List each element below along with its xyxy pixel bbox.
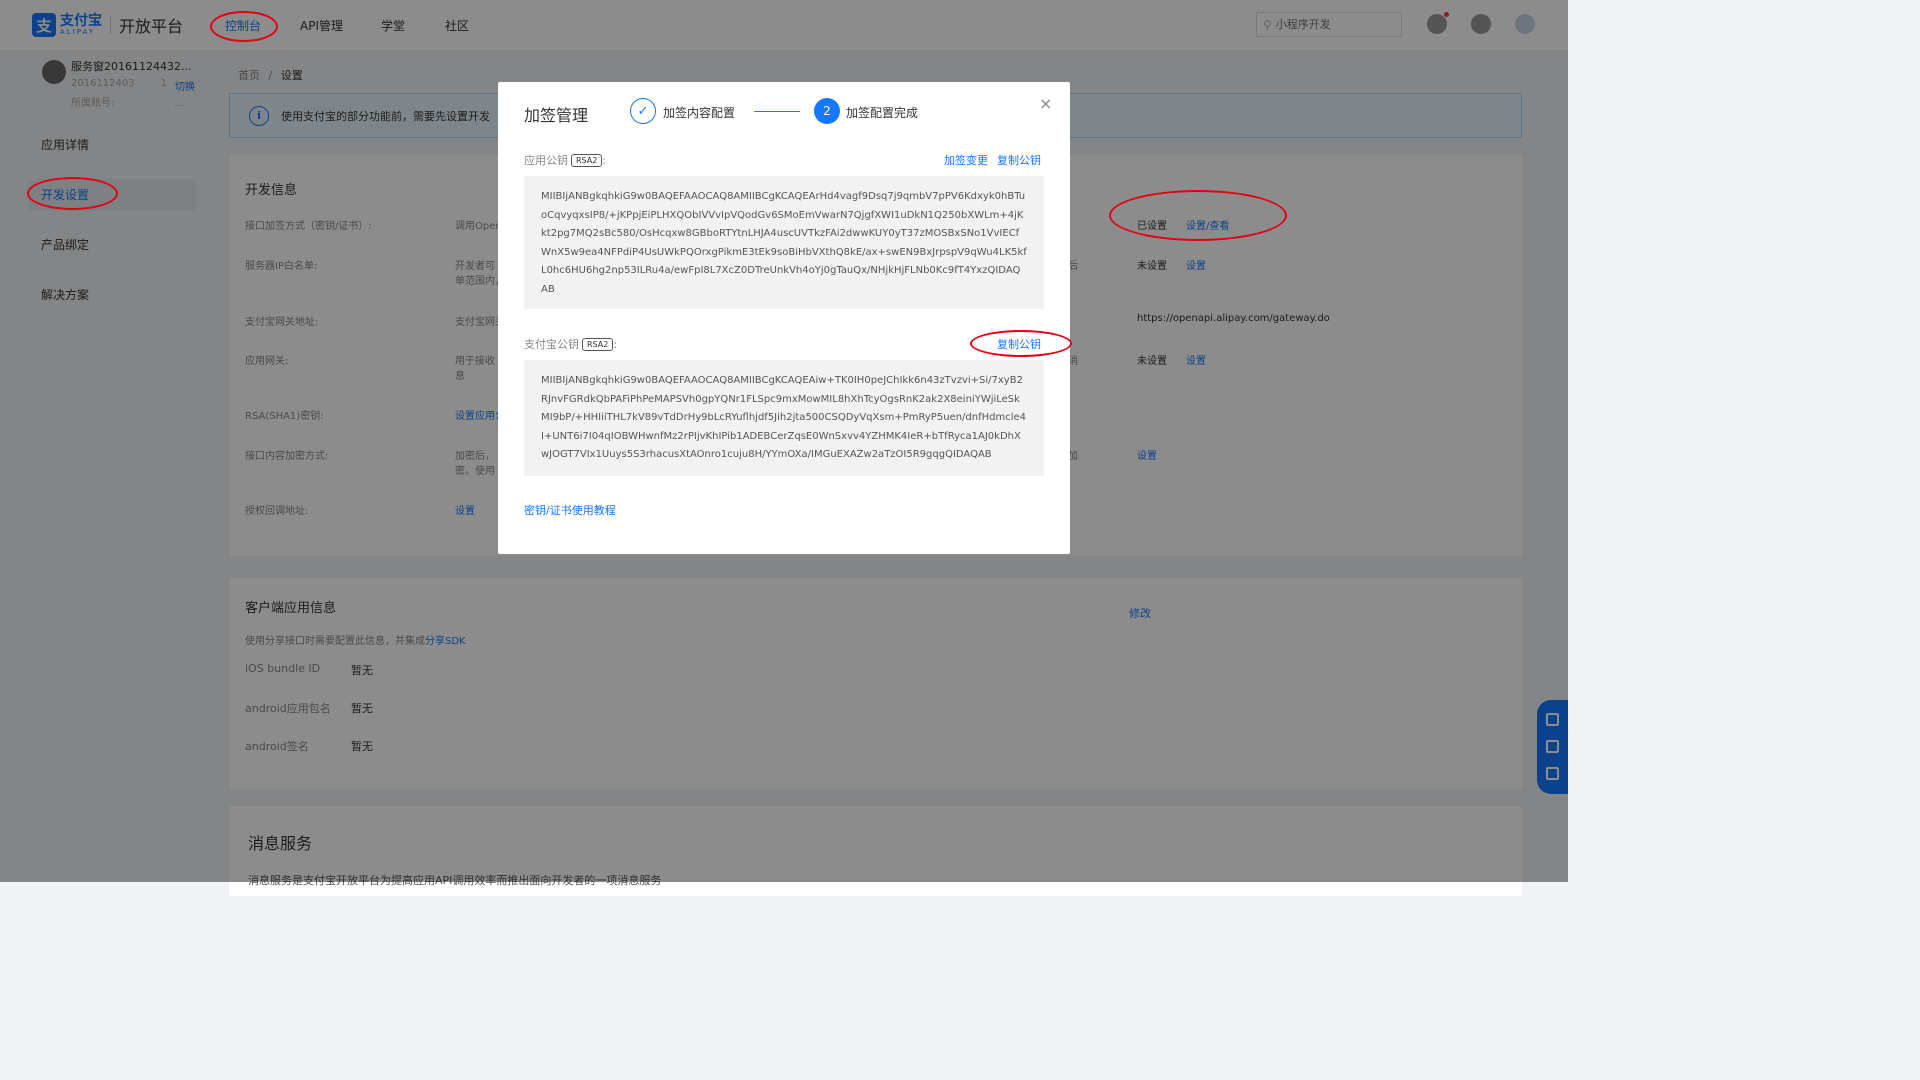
alipay-public-key-label: 支付宝公钥 RSA2 : — [524, 337, 618, 351]
app-public-key-label: 应用公钥 RSA2 : — [524, 153, 607, 167]
step-connector — [754, 111, 800, 112]
modal-title: 加签管理 — [524, 106, 589, 125]
app-public-key-value[interactable]: MIIBIjANBgkqhkiG9w0BAQEFAAOCAQ8AMIIBCgKC… — [524, 176, 1044, 309]
change-sign-link[interactable]: 加签变更 — [944, 152, 988, 168]
step-done-check-icon: ✓ — [630, 98, 656, 124]
alipay-public-key-value[interactable]: MIIBIjANBgkqhkiG9w0BAQEFAAOCAQ8AMIIBCgKC… — [524, 360, 1044, 476]
sign-management-modal: 加签管理 × ✓ 加签内容配置 2 加签配置完成 应用公钥 RSA2 : 加签变… — [498, 82, 1070, 554]
rsa2-tag: RSA2 — [582, 337, 614, 351]
annotation-circle-set-view — [1109, 190, 1287, 241]
annotation-circle-copy-key — [970, 330, 1072, 357]
rsa2-tag: RSA2 — [571, 153, 603, 167]
step2-label: 加签配置完成 — [846, 106, 919, 120]
step1-label: 加签内容配置 — [663, 106, 736, 120]
close-icon[interactable]: × — [1039, 94, 1052, 113]
annotation-circle-dev-settings — [27, 177, 118, 210]
step2-number: 2 — [814, 98, 840, 124]
key-tutorial-link[interactable]: 密钥/证书使用教程 — [524, 502, 616, 518]
annotation-circle-console — [210, 11, 278, 42]
copy-app-key-link[interactable]: 复制公钥 — [997, 152, 1041, 168]
